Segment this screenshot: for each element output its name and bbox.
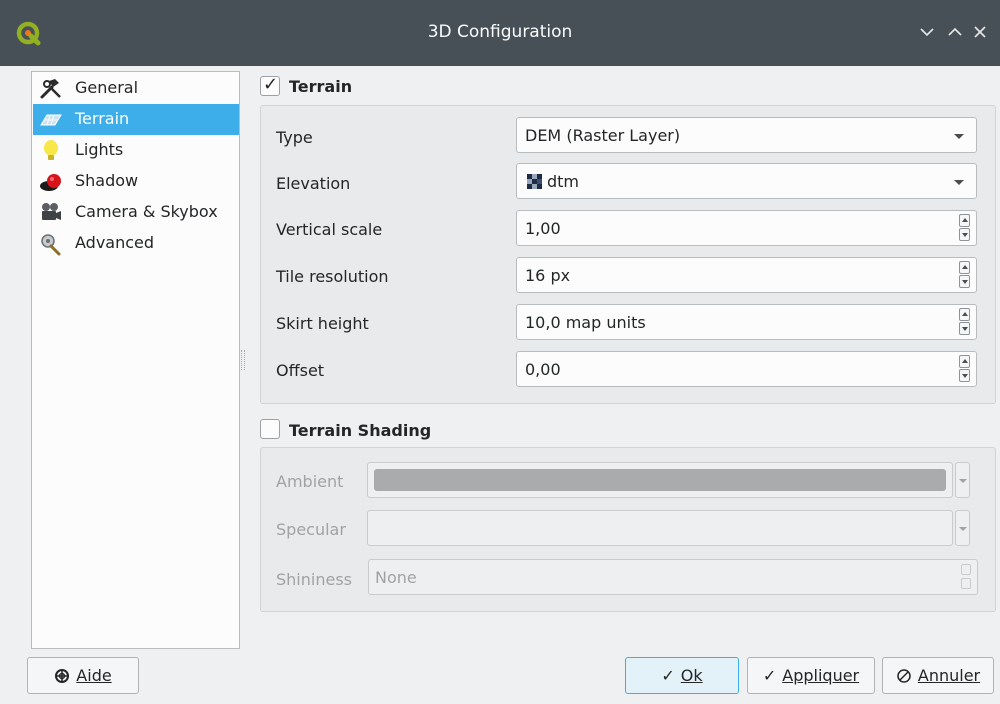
ambient-color-swatch <box>374 469 946 491</box>
maximize-icon[interactable] <box>941 18 969 46</box>
help-button[interactable]: Aide <box>27 657 139 694</box>
chevron-down-icon <box>954 180 964 185</box>
offset-value: 0,00 <box>525 360 561 379</box>
lightbulb-icon <box>44 140 58 160</box>
sidebar-item-label: Lights <box>75 140 124 159</box>
spin-down-icon[interactable] <box>959 369 970 382</box>
chevron-down-icon <box>959 479 967 483</box>
ambient-label: Ambient <box>276 472 344 491</box>
ok-button[interactable]: ✓ Ok <box>625 657 739 694</box>
terrain-checkbox[interactable] <box>260 74 280 96</box>
camera-icon <box>42 203 61 220</box>
terrain-icon <box>40 114 62 126</box>
help-button-label: Aide <box>76 666 112 685</box>
elevation-layer-combo[interactable]: dtm <box>516 163 977 199</box>
spin-down-icon[interactable] <box>959 275 970 288</box>
tile-resolution-label: Tile resolution <box>276 267 389 286</box>
apply-button[interactable]: ✓ Appliquer <box>747 657 875 694</box>
spin-down-icon <box>961 578 971 589</box>
cancel-button-label: Annuler <box>917 666 981 685</box>
spin-up-icon <box>961 564 971 575</box>
sidebar-item-label: General <box>75 78 139 97</box>
terrain-group-title: Terrain <box>289 77 353 96</box>
sidebar-item-label: Advanced <box>75 233 155 252</box>
skirt-height-label: Skirt height <box>276 314 369 333</box>
cancel-icon <box>897 668 911 683</box>
offset-label: Offset <box>276 361 325 380</box>
close-icon[interactable] <box>966 18 994 46</box>
sidebar-item-shadow[interactable]: Shadow <box>33 166 239 197</box>
chevron-down-icon <box>959 527 967 531</box>
terrain-shading-checkbox[interactable] <box>260 419 280 439</box>
checkmark-icon: ✓ <box>762 666 777 685</box>
title-bar[interactable]: 3D Configuration <box>0 0 1000 66</box>
type-label: Type <box>276 128 313 147</box>
sidebar-item-camera-skybox[interactable]: Camera & Skybox <box>33 197 239 228</box>
specular-label: Specular <box>276 520 346 539</box>
sidebar-item-lights[interactable]: Lights <box>33 135 239 166</box>
spin-up-icon[interactable] <box>959 308 970 321</box>
apply-button-label: Appliquer <box>782 666 860 685</box>
settings-sidebar: General Terrain Lights Shadow Camera & S… <box>31 71 240 649</box>
terrain-shading-group-title: Terrain Shading <box>289 421 432 440</box>
spin-down-icon[interactable] <box>959 322 970 335</box>
sidebar-item-terrain[interactable]: Terrain <box>33 104 239 135</box>
elevation-value: dtm <box>547 172 580 191</box>
vertical-scale-value: 1,00 <box>525 219 561 238</box>
ok-button-label: Ok <box>680 666 703 685</box>
help-lifebuoy-icon <box>55 668 70 683</box>
chevron-down-icon <box>954 134 964 139</box>
terrain-type-combo[interactable]: DEM (Raster Layer) <box>516 117 977 153</box>
tile-resolution-spinbox[interactable]: 16 px <box>516 257 977 293</box>
sidebar-item-advanced[interactable]: Advanced <box>33 228 239 259</box>
splitter-handle[interactable] <box>241 350 245 370</box>
cancel-button[interactable]: Annuler <box>882 657 994 694</box>
shininess-spinbox[interactable]: None <box>368 559 978 595</box>
skirt-height-spinbox[interactable]: 10,0 map units <box>516 304 977 340</box>
spin-down-icon[interactable] <box>959 228 970 241</box>
shininess-value: None <box>375 568 417 587</box>
terrain-type-value: DEM (Raster Layer) <box>525 126 681 145</box>
specular-color-dropdown[interactable] <box>955 510 970 546</box>
ambient-color-button[interactable] <box>367 462 953 498</box>
sidebar-item-general[interactable]: General <box>33 73 239 104</box>
raster-layer-icon <box>527 174 542 189</box>
sidebar-item-label: Camera & Skybox <box>75 202 218 221</box>
elevation-label: Elevation <box>276 174 351 193</box>
ambient-color-dropdown[interactable] <box>955 462 970 498</box>
advanced-settings-icon <box>41 234 61 256</box>
window-title: 3D Configuration <box>427 22 573 42</box>
spin-up-icon[interactable] <box>959 214 970 227</box>
spin-up-icon[interactable] <box>959 355 970 368</box>
spin-up-icon[interactable] <box>959 261 970 274</box>
skirt-height-value: 10,0 map units <box>525 313 646 332</box>
specular-color-button[interactable] <box>367 510 953 546</box>
dialog-window: 3D Configuration General Terrain Lights … <box>0 0 1000 704</box>
offset-spinbox[interactable]: 0,00 <box>516 351 977 387</box>
tile-resolution-value: 16 px <box>525 266 571 285</box>
shininess-label: Shininess <box>276 570 352 589</box>
minimize-icon[interactable] <box>913 18 941 46</box>
vertical-scale-spinbox[interactable]: 1,00 <box>516 210 977 246</box>
sidebar-item-label: Terrain <box>75 109 130 128</box>
checkmark-icon: ✓ <box>661 666 675 685</box>
sidebar-item-label: Shadow <box>75 171 139 190</box>
hammer-wrench-icon <box>40 79 61 99</box>
vertical-scale-label: Vertical scale <box>276 220 383 239</box>
shadow-icon <box>40 174 61 191</box>
